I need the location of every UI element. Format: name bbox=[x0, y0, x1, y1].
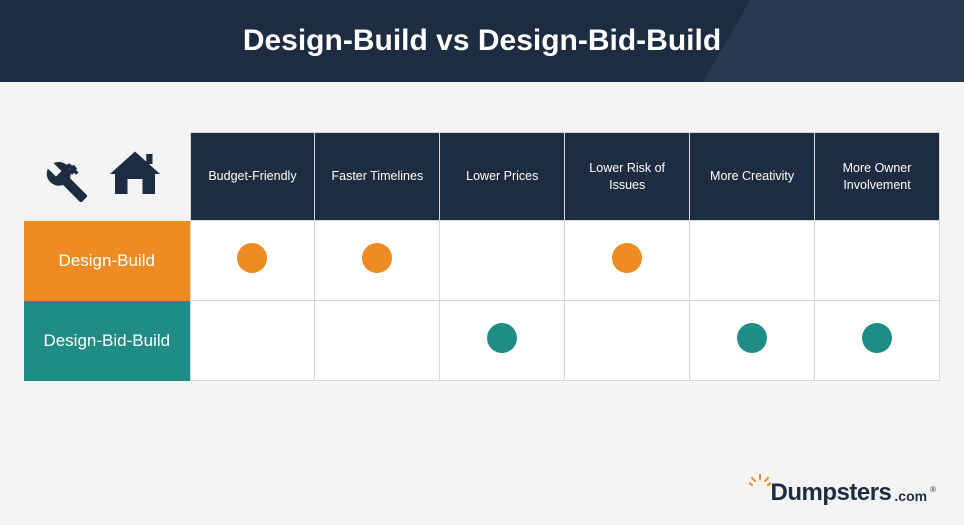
comparison-table-wrapper: Budget-Friendly Faster Timelines Lower P… bbox=[0, 82, 964, 381]
cell-1-5 bbox=[815, 301, 940, 381]
table-row: Design-Build bbox=[24, 221, 940, 301]
col-header-4: More Creativity bbox=[690, 133, 815, 221]
cell-0-4 bbox=[690, 221, 815, 301]
table-row: Design-Bid-Build bbox=[24, 301, 940, 381]
dot-icon bbox=[362, 243, 392, 273]
row-label-1: Design-Bid-Build bbox=[24, 301, 190, 381]
col-header-0: Budget-Friendly bbox=[190, 133, 315, 221]
col-header-5: More Owner Involvement bbox=[815, 133, 940, 221]
sunburst-icon bbox=[749, 473, 771, 492]
logo-brand: Dumpsters bbox=[771, 479, 892, 507]
page-title: Design-Build vs Design-Bid-Build bbox=[243, 24, 721, 58]
cell-1-2 bbox=[440, 301, 565, 381]
header-icon-cell bbox=[24, 133, 190, 221]
dot-icon bbox=[862, 323, 892, 353]
col-header-2: Lower Prices bbox=[440, 133, 565, 221]
comparison-table: Budget-Friendly Faster Timelines Lower P… bbox=[24, 132, 940, 381]
dot-icon bbox=[737, 323, 767, 353]
house-icon bbox=[101, 144, 169, 209]
cell-0-1 bbox=[315, 221, 440, 301]
footer-logo: Dumpsters .com ® bbox=[747, 479, 936, 507]
logo-registered: ® bbox=[930, 485, 936, 494]
cell-0-3 bbox=[565, 221, 690, 301]
col-header-3: Lower Risk of Issues bbox=[565, 133, 690, 221]
dot-icon bbox=[487, 323, 517, 353]
table-body: Design-BuildDesign-Bid-Build bbox=[24, 221, 940, 381]
logo-suffix: .com bbox=[894, 488, 927, 504]
page-header: Design-Build vs Design-Bid-Build bbox=[0, 0, 964, 82]
cell-1-1 bbox=[315, 301, 440, 381]
col-header-1: Faster Timelines bbox=[315, 133, 440, 221]
cell-1-3 bbox=[565, 301, 690, 381]
cell-1-0 bbox=[190, 301, 315, 381]
cell-0-5 bbox=[815, 221, 940, 301]
row-label-0: Design-Build bbox=[24, 221, 190, 301]
cell-0-0 bbox=[190, 221, 315, 301]
dot-icon bbox=[612, 243, 642, 273]
cell-0-2 bbox=[440, 221, 565, 301]
dot-icon bbox=[237, 243, 267, 273]
cell-1-4 bbox=[690, 301, 815, 381]
tools-icon bbox=[45, 160, 89, 209]
